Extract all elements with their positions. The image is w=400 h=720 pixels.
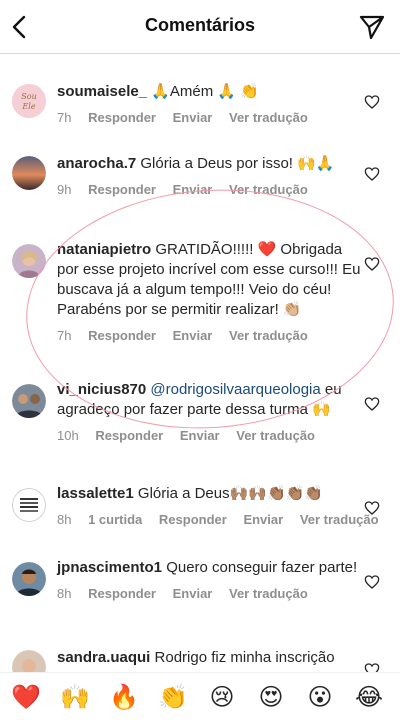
share-button[interactable]: [358, 13, 386, 41]
reaction-heart-eyes-button[interactable]: 😍: [253, 683, 289, 713]
comment-body: nataniapietro GRATIDÃO!!!!! ❤️ Obrigada …: [57, 240, 364, 346]
paper-plane-icon: [359, 15, 385, 40]
comment-text: Quero conseguir fazer parte!: [162, 559, 358, 576]
see-translation-button[interactable]: Ver tradução: [229, 110, 308, 125]
send-button[interactable]: Enviar: [180, 428, 220, 443]
comment-username[interactable]: nataniapietro: [57, 241, 151, 258]
heart-icon[interactable]: [364, 256, 380, 272]
see-translation-button[interactable]: Ver tradução: [236, 428, 315, 443]
send-button[interactable]: Enviar: [173, 586, 213, 601]
heart-icon[interactable]: [364, 500, 380, 516]
page-title: Comentários: [144, 15, 256, 35]
comment-body: jpnascimento1 Quero conseguir fazer part…: [57, 558, 364, 604]
comment-meta: 7h Responder Enviar Ver tradução: [57, 326, 364, 346]
avatar-image: [12, 650, 46, 672]
comment-meta: 8h 1 curtida Responder Enviar Ver traduç…: [57, 510, 379, 530]
comment-time: 8h: [57, 586, 72, 601]
reaction-clap-button[interactable]: 👏: [155, 683, 191, 713]
send-button[interactable]: Enviar: [173, 328, 213, 343]
avatar[interactable]: [12, 384, 46, 418]
reply-button[interactable]: Responder: [95, 428, 163, 443]
avatar[interactable]: [12, 488, 46, 522]
reaction-laughing-button[interactable]: 😂: [351, 683, 387, 713]
reply-button[interactable]: Responder: [88, 110, 156, 125]
avatar-image: [12, 562, 46, 596]
comment-text: Glória a Deus por isso! 🙌🙏: [136, 155, 335, 172]
send-button[interactable]: Enviar: [243, 512, 283, 527]
reply-button[interactable]: Responder: [159, 512, 227, 527]
comment-meta: 7h Responder Enviar Ver tradução: [57, 108, 364, 128]
comment-mention[interactable]: @rodrigosilvaarqueologia: [146, 381, 320, 398]
see-translation-button[interactable]: Ver tradução: [229, 586, 308, 601]
comments-list[interactable]: Sou Ele soumaisele_ 🙏Amém 🙏 👏 7h Respond…: [0, 54, 400, 672]
avatar-image: [12, 244, 46, 278]
reply-button[interactable]: Responder: [88, 328, 156, 343]
avatar[interactable]: [12, 562, 46, 596]
avatar[interactable]: [12, 156, 46, 190]
comment-body: anarocha.7 Glória a Deus por isso! 🙌🙏 9h…: [57, 154, 364, 200]
heart-icon[interactable]: [364, 574, 380, 590]
comment-body: sandra.uaqui Rodrigo fiz minha inscrição: [57, 648, 364, 668]
comment-username[interactable]: vi_nicius870: [57, 381, 146, 398]
comment-username[interactable]: lassalette1: [57, 485, 134, 502]
avatar-image: [12, 384, 46, 418]
avatar-image: Sou Ele: [12, 84, 46, 118]
avatar[interactable]: [12, 244, 46, 278]
comment-time: 9h: [57, 182, 72, 197]
comment-username[interactable]: anarocha.7: [57, 155, 136, 172]
avatar[interactable]: [12, 650, 46, 672]
send-button[interactable]: Enviar: [173, 110, 213, 125]
comment-body: vi_nicius870 @rodrigosilvaarqueologia eu…: [57, 380, 364, 446]
comment-text: Glória a Deus🙌🏽🙌🏽👏🏽👏🏽👏🏽: [133, 485, 323, 502]
see-translation-button[interactable]: Ver tradução: [229, 182, 308, 197]
comment-time: 7h: [57, 110, 72, 125]
comment-username[interactable]: soumaisele_: [57, 83, 147, 100]
likes-count[interactable]: 1 curtida: [88, 512, 142, 527]
comment-body: soumaisele_ 🙏Amém 🙏 👏 7h Responder Envia…: [57, 82, 364, 128]
comment-time: 10h: [57, 428, 79, 443]
avatar[interactable]: Sou Ele: [12, 84, 46, 118]
heart-icon[interactable]: [364, 94, 380, 110]
comment-meta: 10h Responder Enviar Ver tradução: [57, 426, 364, 446]
header: Comentários: [0, 0, 400, 54]
comment-body: lassalette1 Glória a Deus🙌🏽🙌🏽👏🏽👏🏽👏🏽 8h 1…: [57, 484, 379, 530]
svg-text:Sou: Sou: [21, 92, 36, 101]
comment-text: Rodrigo fiz minha inscrição: [150, 649, 335, 666]
avatar-image: [12, 156, 46, 190]
reaction-raising-hands-button[interactable]: 🙌: [57, 683, 93, 713]
comment-username[interactable]: jpnascimento1: [57, 559, 162, 576]
reaction-fire-button[interactable]: 🔥: [106, 683, 142, 713]
send-button[interactable]: Enviar: [173, 182, 213, 197]
comment-meta: 8h Responder Enviar Ver tradução: [57, 584, 364, 604]
avatar-image: [12, 488, 46, 522]
heart-icon[interactable]: [364, 166, 380, 182]
reaction-crying-button[interactable]: 😢: [204, 683, 240, 713]
comment-time: 7h: [57, 328, 72, 343]
reaction-heart-button[interactable]: ❤️: [8, 683, 44, 713]
comment-username[interactable]: sandra.uaqui: [57, 649, 150, 666]
reply-button[interactable]: Responder: [88, 182, 156, 197]
svg-text:Ele: Ele: [21, 102, 35, 111]
quick-reactions-bar: ❤️ 🙌 🔥 👏 😢 😍 😮 😂: [0, 672, 400, 720]
reaction-surprised-button[interactable]: 😮: [302, 683, 338, 713]
heart-icon[interactable]: [364, 396, 380, 412]
comment-meta: 9h Responder Enviar Ver tradução: [57, 180, 364, 200]
see-translation-button[interactable]: Ver tradução: [229, 328, 308, 343]
reply-button[interactable]: Responder: [88, 586, 156, 601]
comment-time: 8h: [57, 512, 72, 527]
heart-icon[interactable]: [364, 662, 380, 672]
comment-text: 🙏Amém 🙏 👏: [147, 83, 259, 100]
